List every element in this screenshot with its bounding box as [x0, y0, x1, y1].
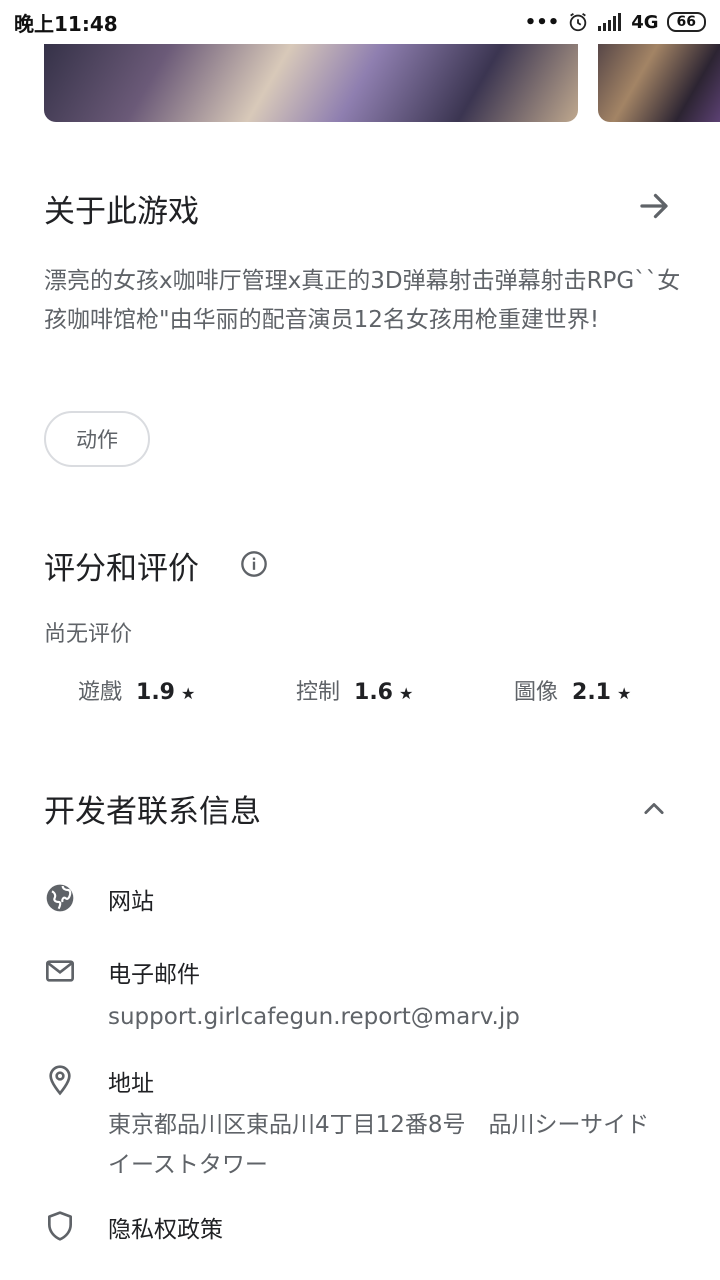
location-pin-icon: [49, 1065, 71, 1096]
category-chip-action[interactable]: 动作: [44, 411, 150, 467]
star-icon: ★: [399, 684, 414, 703]
arrow-right-icon[interactable]: [636, 188, 672, 224]
rating-label: 圖像: [514, 680, 559, 705]
no-ratings-text: 尚无评价: [44, 622, 133, 647]
shield-icon: [48, 1211, 72, 1241]
game-screenshot[interactable]: [44, 44, 578, 122]
game-screenshot[interactable]: [598, 44, 720, 122]
battery-icon: 66: [666, 12, 706, 32]
website-link[interactable]: 网站: [108, 882, 154, 916]
ratings-section-title: 评分和评价: [44, 551, 199, 587]
status-bar: 晚上11:48 ••• 4G 66: [0, 0, 720, 44]
info-icon[interactable]: [240, 550, 268, 578]
rating-label: 控制: [296, 680, 341, 705]
chevron-up-icon[interactable]: [638, 794, 670, 822]
rating-item: 控制 1.6 ★: [296, 674, 413, 706]
status-icons: ••• 4G 66: [525, 11, 706, 33]
signal-icon: [598, 13, 622, 31]
developer-section-title[interactable]: 开发者联系信息: [44, 786, 261, 831]
globe-icon: [46, 884, 74, 912]
star-icon: ★: [617, 684, 632, 703]
alarm-icon: [569, 12, 587, 32]
address-label[interactable]: 地址: [108, 1064, 154, 1098]
address-value[interactable]: 東京都品川区東品川4丁目12番8号 品川シーサイドイーストタワー: [108, 1105, 668, 1185]
about-section-title[interactable]: 关于此游戏: [44, 186, 199, 231]
rating-item: 圖像 2.1 ★: [514, 674, 631, 706]
email-icon: [46, 960, 74, 982]
rating-item: 遊戲 1.9 ★: [78, 674, 195, 706]
rating-value: 1.6: [354, 680, 393, 705]
email-address[interactable]: support.girlcafegun.report@marv.jp: [108, 997, 668, 1037]
rating-value: 1.9: [136, 680, 175, 705]
rating-value: 2.1: [572, 680, 611, 705]
star-icon: ★: [181, 684, 196, 703]
status-time: 晚上11:48: [14, 11, 118, 36]
email-label[interactable]: 电子邮件: [108, 955, 200, 989]
screenshot-carousel[interactable]: [0, 44, 720, 122]
game-description: 漂亮的女孩x咖啡厅管理x真正的3D弹幕射击弹幕射击RPG``女孩咖啡馆枪"由华丽…: [44, 268, 681, 333]
more-dots-icon: •••: [524, 11, 560, 33]
privacy-policy-link[interactable]: 隐私权政策: [108, 1210, 223, 1244]
network-type: 4G: [631, 11, 659, 33]
rating-label: 遊戲: [78, 680, 123, 705]
